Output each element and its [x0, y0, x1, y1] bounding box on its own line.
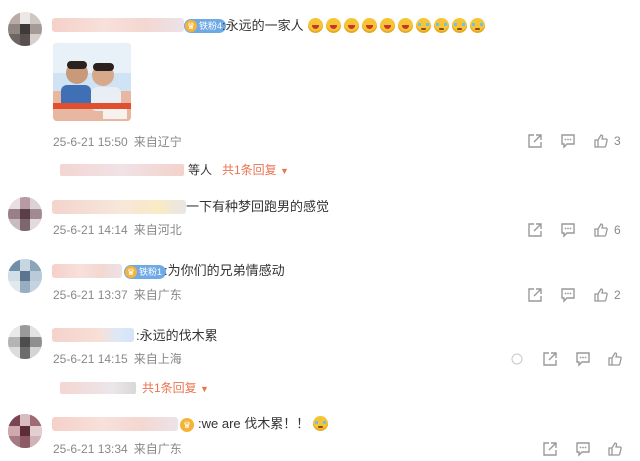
avatar[interactable] [8, 325, 42, 359]
laughing-emoji-icon [307, 18, 323, 33]
laughing-emoji-icon [343, 18, 359, 33]
comment-text: 一下有种梦回跑男的感觉 [186, 199, 330, 214]
like-button[interactable] [593, 287, 609, 303]
comment-image[interactable] [53, 43, 131, 121]
avatar[interactable] [8, 414, 42, 448]
more-icon [511, 353, 523, 365]
timestamp: 25-6-21 13:37 [53, 288, 128, 302]
reply-usernames [60, 382, 136, 394]
thumbs-up-icon [594, 223, 608, 237]
view-replies-link[interactable]: 共1条回复 ▼ [222, 162, 289, 179]
chevron-down-icon: ▼ [200, 384, 209, 394]
timestamp: 25-6-21 14:14 [53, 223, 128, 237]
photo-thumbnail [53, 43, 131, 121]
more-button[interactable] [510, 351, 524, 367]
reply-summary[interactable]: 共1条回复 ▼ [60, 380, 230, 396]
crying-emoji-icon [451, 18, 467, 33]
avatar[interactable] [8, 12, 42, 46]
like-count: 2 [614, 288, 621, 302]
username[interactable] [52, 200, 186, 214]
like-button[interactable] [593, 222, 609, 238]
comment-text: :永远的伐木累 [136, 328, 218, 343]
laughing-emoji-icon [325, 18, 341, 33]
share-icon [528, 288, 542, 302]
thumbs-up-icon [608, 352, 622, 366]
location: 来自辽宁 [133, 135, 182, 149]
crying-emoji-icon [469, 18, 485, 33]
comment-icon [561, 134, 575, 149]
comment-button[interactable] [575, 351, 591, 367]
share-button[interactable] [542, 441, 558, 457]
avatar[interactable] [8, 259, 42, 293]
laughing-emoji-icon [379, 18, 395, 33]
comment-meta: 25-6-21 14:14 来自河北 [53, 223, 182, 237]
comment-icon [561, 288, 575, 303]
comment-button[interactable] [560, 133, 576, 149]
view-replies-link[interactable]: 共1条回复 ▼ [142, 380, 209, 397]
share-button[interactable] [542, 351, 558, 367]
like-count: 3 [614, 134, 621, 148]
comment-item: ♛ 铁粉1 :为你们的兄弟情感动 25-6-21 13:37 来自广东 2 [0, 253, 640, 315]
crying-emoji-icon [313, 416, 329, 431]
comment-icon [576, 352, 590, 367]
like-button[interactable] [607, 441, 623, 457]
comment-item: :永远的伐木累 25-6-21 14:15 来自上海 共1条回复 ▼ [0, 315, 640, 404]
username[interactable] [52, 328, 134, 342]
comment-button[interactable] [575, 441, 591, 457]
share-icon [543, 442, 557, 456]
crying-emoji-icon [415, 18, 431, 33]
thumbs-up-icon [608, 442, 622, 456]
location: 来自上海 [133, 352, 182, 366]
emoji-row [307, 18, 488, 33]
comment-item: 一下有种梦回跑男的感觉 25-6-21 14:14 来自河北 6 [0, 185, 640, 253]
share-button[interactable] [527, 133, 543, 149]
share-icon [528, 223, 542, 237]
location: 来自广东 [133, 288, 182, 302]
username[interactable] [52, 417, 178, 431]
fan-badge: ♛ 铁粉1 [124, 265, 167, 279]
comment-text: :永远的一家人 [222, 18, 488, 34]
like-count: 6 [614, 223, 621, 237]
crown-icon: ♛ [125, 266, 137, 278]
chevron-down-icon: ▼ [280, 166, 289, 176]
comment-item: ♛ :we are 伐木累！！ 25-6-21 13:34 来自广东 [0, 404, 640, 461]
reply-usernames [60, 164, 184, 176]
like-button[interactable] [607, 351, 623, 367]
avatar[interactable] [8, 197, 42, 231]
comment-icon [576, 442, 590, 457]
comment-meta: 25-6-21 13:37 来自广东 [53, 288, 182, 302]
timestamp: 25-6-21 14:15 [53, 352, 128, 366]
timestamp: 25-6-21 13:34 [53, 442, 128, 456]
laughing-emoji-icon [397, 18, 413, 33]
like-button[interactable] [593, 133, 609, 149]
share-icon [543, 352, 557, 366]
username[interactable] [52, 264, 122, 278]
comment-meta: 25-6-21 15:50 来自辽宁 [53, 135, 182, 149]
crown-icon: ♛ [180, 418, 194, 432]
share-button[interactable] [527, 287, 543, 303]
comment-text: :为你们的兄弟情感动 [164, 263, 285, 278]
share-button[interactable] [527, 222, 543, 238]
fan-badge: ♛ 铁粉4 [184, 19, 227, 33]
crown-icon: ♛ [185, 20, 197, 32]
comment-button[interactable] [560, 287, 576, 303]
comment-icon [561, 223, 575, 238]
comment-meta: 25-6-21 14:15 来自上海 [53, 352, 182, 366]
username[interactable] [52, 18, 184, 32]
thumbs-up-icon [594, 288, 608, 302]
location: 来自河北 [133, 223, 182, 237]
location: 来自广东 [133, 442, 182, 456]
crying-emoji-icon [433, 18, 449, 33]
reply-summary[interactable]: 等人 共1条回复 ▼ [60, 162, 310, 178]
comment-meta: 25-6-21 13:34 来自广东 [53, 442, 182, 456]
timestamp: 25-6-21 15:50 [53, 135, 128, 149]
comment-item: ♛ 铁粉4 :永远的一家人 25-6-21 15:50 来自辽宁 3 等人 共1… [0, 0, 640, 185]
comment-button[interactable] [560, 222, 576, 238]
comment-text: :we are 伐木累！！ [198, 416, 331, 432]
share-icon [528, 134, 542, 148]
thumbs-up-icon [594, 134, 608, 148]
laughing-emoji-icon [361, 18, 377, 33]
